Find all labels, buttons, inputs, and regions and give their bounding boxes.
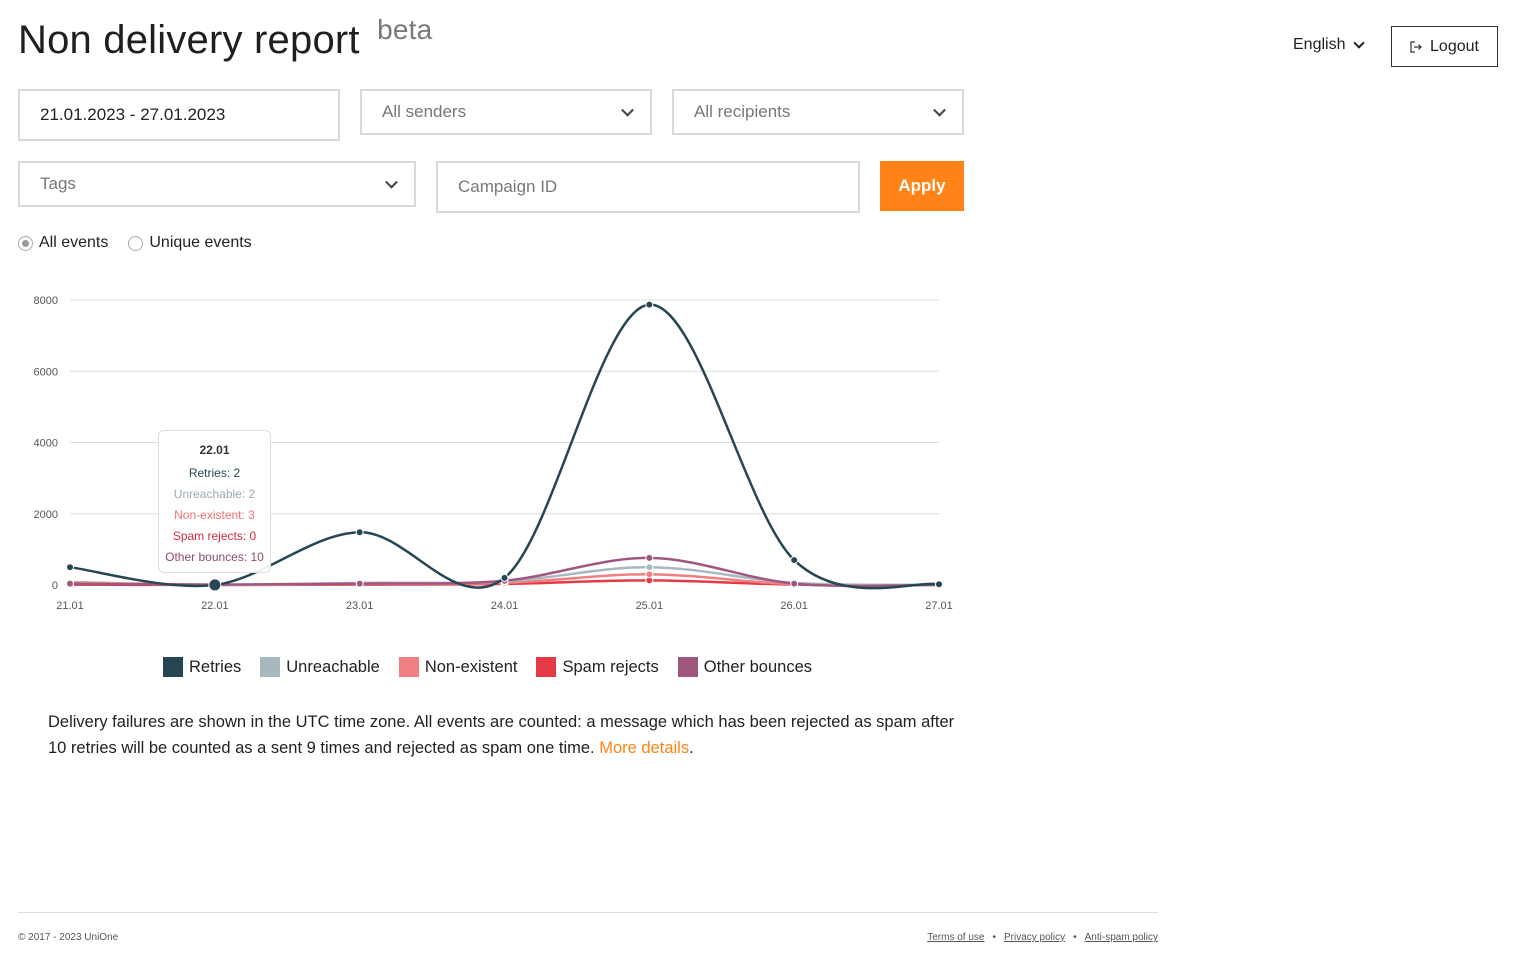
- recipients-value: All recipients: [694, 102, 791, 121]
- copyright: © 2017 - 2023 UniOne: [18, 932, 119, 943]
- chart-legend: Retries Unreachable Non-existent Spam re…: [163, 657, 812, 677]
- campaign-id-input[interactable]: Campaign ID: [436, 161, 860, 213]
- recipients-select[interactable]: All recipients: [672, 89, 964, 135]
- beta-badge: beta: [377, 14, 433, 45]
- legend-label: Retries: [189, 657, 242, 676]
- info-note: Delivery failures are shown in the UTC t…: [48, 709, 968, 761]
- x-tick-label: 25.01: [636, 600, 664, 612]
- apply-button[interactable]: Apply: [880, 161, 964, 211]
- legend-item-other-bounces[interactable]: Other bounces: [677, 657, 812, 677]
- data-point: [645, 553, 654, 562]
- data-point: [645, 563, 654, 572]
- privacy-link[interactable]: Privacy policy: [1004, 932, 1065, 943]
- logout-icon: [1410, 40, 1422, 53]
- x-tick-label: 21.01: [56, 600, 84, 612]
- legend-item-unreachable[interactable]: Unreachable: [260, 657, 380, 677]
- legend-label: Other bounces: [703, 657, 812, 676]
- legend-item-non-existent[interactable]: Non-existent: [398, 657, 518, 677]
- tooltip-retries: Retries: 2: [188, 466, 241, 480]
- tooltip-spam-rejects: Spam rejects: 0: [172, 529, 257, 543]
- info-note-tail: .: [689, 739, 694, 757]
- radio-all-events[interactable]: All events: [18, 234, 108, 252]
- data-point: [500, 573, 509, 582]
- terms-link[interactable]: Terms of use: [927, 932, 984, 943]
- tooltip-other-bounces: Other bounces: 10: [165, 550, 264, 564]
- y-tick-label: 4000: [34, 438, 58, 450]
- logout-button[interactable]: Logout: [1391, 26, 1498, 67]
- tooltip-unreachable: Unreachable: 2: [173, 487, 256, 501]
- campaign-id-placeholder: Campaign ID: [458, 177, 558, 196]
- chart-tooltip: 22.01 Retries: 2 Unreachable: 2 Non-exis…: [158, 430, 271, 573]
- anti-spam-link[interactable]: Anti-spam policy: [1085, 932, 1158, 943]
- senders-value: All senders: [382, 102, 467, 121]
- date-range-field[interactable]: 21.01.2023 - 27.01.2023: [18, 89, 340, 141]
- legend-swatch: [398, 657, 419, 677]
- language-selector[interactable]: English: [1293, 36, 1366, 54]
- y-tick-label: 6000: [34, 366, 58, 378]
- data-point: [208, 578, 222, 592]
- legend-swatch: [677, 657, 698, 677]
- page-title-text: Non delivery report: [18, 18, 360, 62]
- radio-unchecked-icon[interactable]: [128, 235, 144, 251]
- x-tick-label: 23.01: [346, 600, 374, 612]
- legend-label: Unreachable: [286, 657, 380, 676]
- footer-divider: [18, 912, 1158, 913]
- y-tick-label: 0: [52, 580, 58, 592]
- chevron-down-icon: [621, 103, 634, 117]
- y-tick-label: 2000: [34, 509, 58, 521]
- tooltip-date: 22.01: [199, 443, 230, 457]
- legend-label: Spam rejects: [562, 657, 659, 676]
- tooltip-non-existent: Non-existent: 3: [174, 508, 255, 522]
- x-tick-label: 22.01: [201, 600, 229, 612]
- chevron-down-icon: [385, 175, 398, 189]
- separator: •: [1073, 932, 1077, 943]
- chevron-down-icon: [1353, 37, 1366, 49]
- legend-item-spam-rejects[interactable]: Spam rejects: [536, 657, 659, 677]
- tags-placeholder: Tags: [40, 174, 76, 193]
- x-tick-label: 27.01: [925, 600, 953, 612]
- separator: •: [992, 932, 996, 943]
- data-point: [66, 563, 74, 572]
- radio-unique-events-label: Unique events: [149, 234, 252, 251]
- radio-all-events-label: All events: [39, 234, 109, 251]
- y-tick-label: 8000: [34, 295, 58, 307]
- language-label: English: [1293, 36, 1346, 53]
- logout-label: Logout: [1430, 37, 1479, 55]
- legend-label: Non-existent: [424, 657, 518, 676]
- page-title: Non delivery report beta: [18, 14, 432, 63]
- data-point: [790, 556, 799, 565]
- senders-select[interactable]: All senders: [360, 89, 652, 135]
- chevron-down-icon: [933, 103, 946, 117]
- legend-swatch: [260, 657, 281, 677]
- legend-item-retries[interactable]: Retries: [163, 657, 241, 677]
- x-tick-label: 24.01: [491, 600, 519, 612]
- footer-links: Terms of use • Privacy policy • Anti-spa…: [927, 932, 1158, 943]
- date-range-value: 21.01.2023 - 27.01.2023: [40, 105, 226, 124]
- data-point: [66, 579, 74, 588]
- radio-checked-icon[interactable]: [18, 235, 33, 251]
- data-point: [355, 528, 364, 537]
- info-note-text: Delivery failures are shown in the UTC t…: [48, 713, 955, 757]
- data-point: [790, 579, 799, 588]
- x-tick-label: 26.01: [780, 600, 808, 612]
- data-point: [645, 570, 654, 579]
- tags-select[interactable]: Tags: [18, 161, 416, 207]
- event-mode-radio-group: All events Unique events: [18, 234, 252, 252]
- legend-swatch: [163, 657, 183, 677]
- more-details-link[interactable]: More details: [599, 739, 689, 757]
- data-point: [935, 580, 943, 589]
- data-point: [645, 300, 654, 309]
- radio-unique-events[interactable]: Unique events: [128, 234, 252, 252]
- legend-swatch: [536, 657, 557, 677]
- data-point: [355, 579, 364, 588]
